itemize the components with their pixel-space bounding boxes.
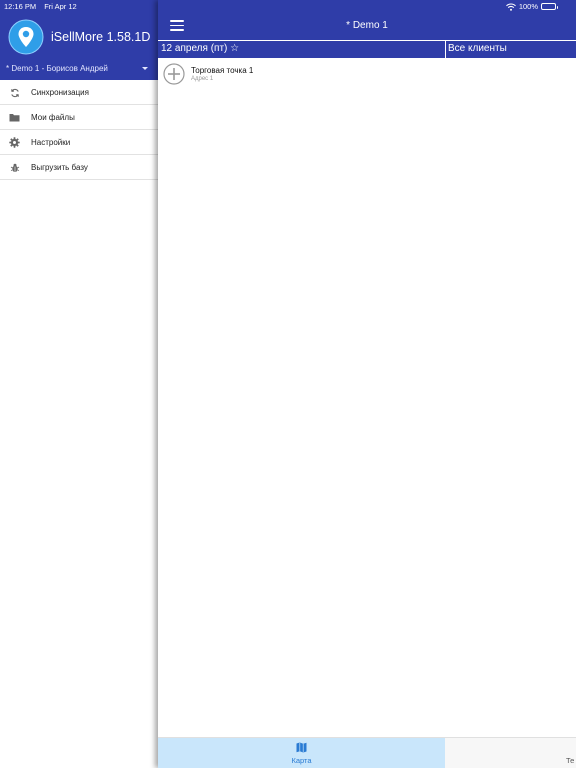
status-bar-left: 12:16 PM Fri Apr 12 [4, 2, 83, 11]
battery-percent: 100% [518, 2, 538, 11]
caret-down-icon [142, 67, 148, 70]
app-screen: 12:16 PM Fri Apr 12 iSellMore 1.58.1D * … [0, 0, 576, 768]
app-title: iSellMore 1.58.1D [51, 30, 151, 44]
list-item-subtitle: Адрес 1 [191, 76, 214, 82]
status-bar-right: 100% [505, 2, 558, 11]
status-time: 12:16 PM [4, 2, 37, 11]
tab-second-label: Те [566, 756, 575, 765]
add-circle-icon[interactable] [163, 63, 185, 85]
app-logo-icon [8, 19, 44, 55]
main-panel: 100% * Demo 1 12 апреля (пт) ☆ Все клиен… [158, 0, 576, 768]
list-item-title: Торговая точка 1 [191, 66, 254, 75]
menu-item-sync[interactable]: Синхронизация [0, 80, 158, 105]
drawer-menu: Синхронизация Мои файлы Настройки Выгруз… [0, 80, 158, 180]
menu-item-settings[interactable]: Настройки [0, 130, 158, 155]
status-date: Fri Apr 12 [44, 2, 77, 11]
list-item[interactable]: Торговая точка 1 Адрес 1 [158, 60, 576, 90]
hamburger-line [170, 24, 184, 27]
navigation-drawer: 12:16 PM Fri Apr 12 iSellMore 1.58.1D * … [0, 0, 158, 768]
bug-icon [9, 162, 20, 173]
menu-item-label: Выгрузить базу [31, 163, 88, 172]
folder-icon [9, 112, 20, 123]
bottom-tab-bar: Карта Те [158, 737, 576, 768]
menu-item-label: Синхронизация [31, 88, 89, 97]
account-label: * Demo 1 - Борисов Андрей [6, 64, 108, 73]
date-filter-button[interactable]: 12 апреля (пт) ☆ [161, 43, 239, 54]
tab-map[interactable]: Карта [158, 738, 445, 768]
account-selector[interactable]: * Demo 1 - Борисов Андрей [6, 64, 152, 76]
top-app-bar: 100% * Demo 1 [158, 0, 576, 40]
hamburger-line [170, 29, 184, 31]
gear-icon [9, 137, 20, 148]
clients-filter-button[interactable]: Все клиенты [448, 43, 507, 54]
hamburger-menu-button[interactable] [170, 19, 184, 31]
map-icon [296, 742, 307, 753]
menu-item-export-db[interactable]: Выгрузить базу [0, 155, 158, 180]
menu-item-label: Мои файлы [31, 113, 75, 122]
filter-divider [445, 41, 446, 58]
sync-icon [9, 87, 20, 98]
battery-icon [541, 3, 558, 10]
filter-bar: 12 апреля (пт) ☆ Все клиенты [158, 40, 576, 58]
tab-second[interactable]: Те [445, 738, 576, 768]
menu-item-files[interactable]: Мои файлы [0, 105, 158, 130]
drawer-header: 12:16 PM Fri Apr 12 iSellMore 1.58.1D * … [0, 0, 158, 80]
hamburger-line [170, 20, 184, 22]
menu-item-label: Настройки [31, 138, 71, 147]
wifi-icon [505, 3, 516, 11]
tab-map-label: Карта [291, 756, 312, 765]
